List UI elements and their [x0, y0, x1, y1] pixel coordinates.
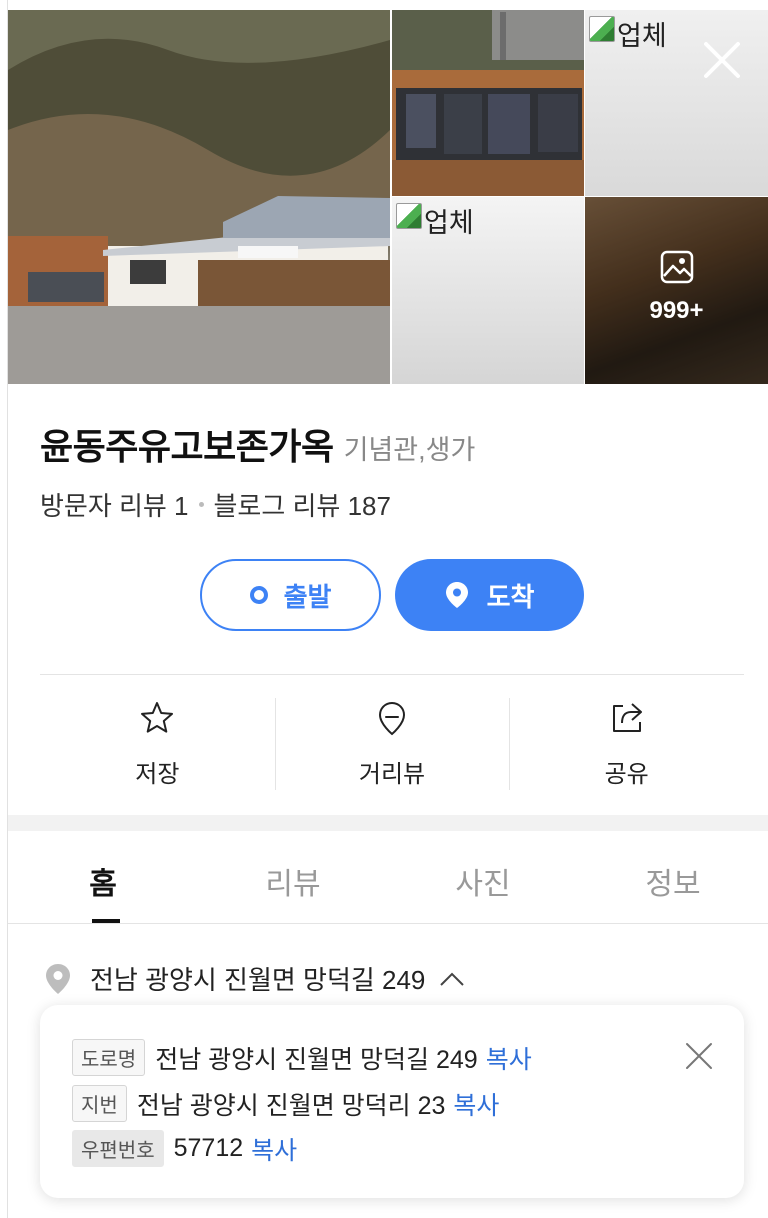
lot-address: 전남 광양시 진월면 망덕리 23 [136, 1091, 446, 1120]
share-button[interactable]: 공유 [509, 698, 744, 790]
tab-info[interactable]: 정보 [578, 831, 768, 923]
address-summary: 전남 광양시 진월면 망덕길 249 [90, 965, 426, 995]
copy-postal-code-button[interactable]: 복사 [251, 1131, 297, 1167]
section-separator [8, 815, 768, 831]
broken-image-alt: 업체 [589, 14, 667, 53]
road-address-line: 도로명 전남 광양시 진월면 망덕길 249 복사 [72, 1039, 532, 1076]
arrive-route-label: 도착 [486, 581, 535, 612]
postal-code-badge: 우편번호 [72, 1130, 164, 1167]
exhibit-panels-image [392, 10, 584, 196]
tab-bar: 홈 리뷰 사진 정보 [8, 831, 768, 924]
address-toggle[interactable]: 전남 광양시 진월면 망덕길 249 [44, 960, 465, 997]
lot-address-line: 지번 전남 광양시 진월면 망덕리 23 복사 [72, 1085, 499, 1122]
close-icon[interactable] [700, 38, 744, 82]
blog-reviews-link[interactable]: 블로그 리뷰 187 [214, 486, 391, 523]
chevron-up-icon [440, 972, 465, 986]
share-label: 공유 [604, 761, 649, 788]
main-photo[interactable] [8, 10, 390, 384]
review-summary: 방문자 리뷰 1 블로그 리뷰 187 [40, 486, 391, 523]
copy-lot-address-button[interactable]: 복사 [453, 1086, 499, 1122]
start-point-icon [249, 586, 268, 604]
building-photo-image [8, 10, 390, 384]
broken-image-icon [589, 16, 615, 42]
save-label: 저장 [135, 761, 180, 788]
arrive-route-button[interactable]: 도착 [395, 559, 584, 631]
more-photos-count: 999+ [649, 297, 704, 324]
share-icon [612, 703, 642, 732]
photo-exhibit-panels[interactable] [392, 10, 584, 196]
road-address-badge: 도로명 [72, 1039, 146, 1076]
map-pin-outline-icon [378, 701, 406, 736]
road-address: 전남 광양시 진월면 망덕길 249 [155, 1045, 478, 1074]
more-photos-tile[interactable]: 999+ [585, 197, 768, 384]
place-header: 윤동주유고보존가옥 기념관,생가 [40, 418, 475, 470]
page-left-border [0, 0, 8, 1218]
broken-image-icon [396, 203, 422, 229]
postal-code-line: 우편번호 57712 복사 [72, 1130, 297, 1167]
place-category: 기념관,생가 [343, 435, 476, 465]
tab-photos[interactable]: 사진 [388, 831, 578, 923]
start-route-label: 출발 [283, 581, 332, 612]
street-view-label: 거리뷰 [358, 761, 426, 788]
photo-gallery: 업체 업체 999+ [8, 10, 768, 384]
divider [40, 674, 744, 675]
close-icon[interactable] [684, 1041, 714, 1071]
photo-broken-placeholder-bottom[interactable]: 업체 [392, 197, 584, 384]
location-pin-icon [46, 963, 70, 994]
separator-dot [198, 502, 204, 507]
street-view-button[interactable]: 거리뷰 [274, 698, 510, 790]
image-gallery-icon [660, 250, 694, 284]
visitor-reviews-link[interactable]: 방문자 리뷰 1 [40, 486, 189, 523]
star-icon [141, 702, 174, 733]
start-route-button[interactable]: 출발 [200, 559, 381, 631]
lot-address-badge: 지번 [72, 1085, 127, 1122]
tab-home[interactable]: 홈 [8, 831, 198, 923]
postal-code: 57712 [173, 1134, 244, 1162]
address-detail-card: 도로명 전남 광양시 진월면 망덕길 249 복사 지번 전남 광양시 진월면 … [40, 1005, 744, 1198]
location-pin-icon [445, 582, 468, 608]
broken-image-alt: 업체 [396, 201, 474, 240]
tab-reviews[interactable]: 리뷰 [198, 831, 388, 923]
save-button[interactable]: 저장 [40, 698, 275, 790]
place-title: 윤동주유고보존가옥 [40, 426, 334, 467]
copy-road-address-button[interactable]: 복사 [486, 1040, 532, 1076]
action-bar: 저장 거리뷰 공유 [40, 698, 744, 790]
